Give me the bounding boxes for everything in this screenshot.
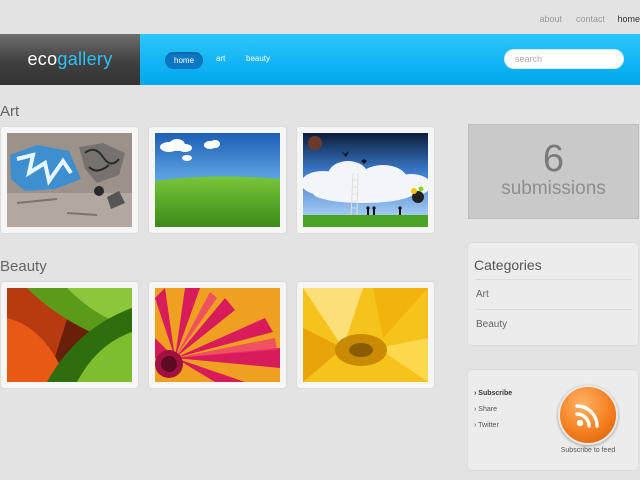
rss-icon <box>575 404 599 428</box>
thumbnail-graffiti-wall[interactable] <box>0 126 139 234</box>
graffiti-wall-image <box>7 133 132 227</box>
submissions-count: 6 <box>542 138 565 180</box>
subscribe-link[interactable]: › Subscribe <box>474 390 512 397</box>
top-link-home[interactable]: home <box>617 14 640 24</box>
thumbnail-green-leaf[interactable] <box>0 281 139 389</box>
green-field-image <box>155 133 280 227</box>
thumbnail-green-field-sky[interactable] <box>148 126 287 234</box>
section-title-beauty: Beauty <box>0 258 47 275</box>
twitter-link[interactable]: › Twitter <box>474 422 499 429</box>
nav-item-home[interactable]: home <box>165 52 204 69</box>
share-link[interactable]: › Share <box>474 406 497 413</box>
green-leaf-image <box>7 288 132 382</box>
subscribe-link-label: Subscribe <box>478 390 513 397</box>
thumbnail-surreal-clouds[interactable] <box>296 126 435 234</box>
rss-feed-button[interactable] <box>558 385 618 445</box>
subscribe-panel: › Subscribe › Share › Twitter Subscribe … <box>467 369 639 471</box>
share-link-label: Share <box>478 406 497 413</box>
category-item-beauty[interactable]: Beauty <box>476 309 632 340</box>
thumbnail-yellow-flower[interactable] <box>296 281 435 389</box>
nav-item-art[interactable]: art <box>216 54 225 63</box>
submissions-stat-box: 6 submissions <box>468 124 639 219</box>
submissions-label: submissions <box>501 178 606 199</box>
category-item-art[interactable]: Art <box>476 279 632 310</box>
categories-title: Categories <box>474 257 542 273</box>
logo-part-gallery: gallery <box>57 49 113 69</box>
pink-flower-image <box>155 288 280 382</box>
site-logo[interactable]: ecogallery <box>0 34 140 85</box>
nav-bar: home art beauty search <box>140 34 640 85</box>
thumbnail-pink-flower[interactable] <box>148 281 287 389</box>
site-header: ecogallery home art beauty search <box>0 34 640 85</box>
top-link-about[interactable]: about <box>539 14 562 24</box>
top-link-contact[interactable]: contact <box>576 14 605 24</box>
subscribe-to-feed-label[interactable]: Subscribe to feed <box>548 447 628 454</box>
yellow-flower-image <box>303 288 428 382</box>
nav-item-beauty[interactable]: beauty <box>246 54 270 63</box>
search-input[interactable]: search <box>504 49 624 69</box>
logo-part-eco: eco <box>27 49 58 69</box>
categories-panel: Categories Art Beauty <box>467 242 639 346</box>
surreal-clouds-image <box>303 133 428 227</box>
section-title-art: Art <box>0 103 20 120</box>
twitter-link-label: Twitter <box>478 422 499 429</box>
